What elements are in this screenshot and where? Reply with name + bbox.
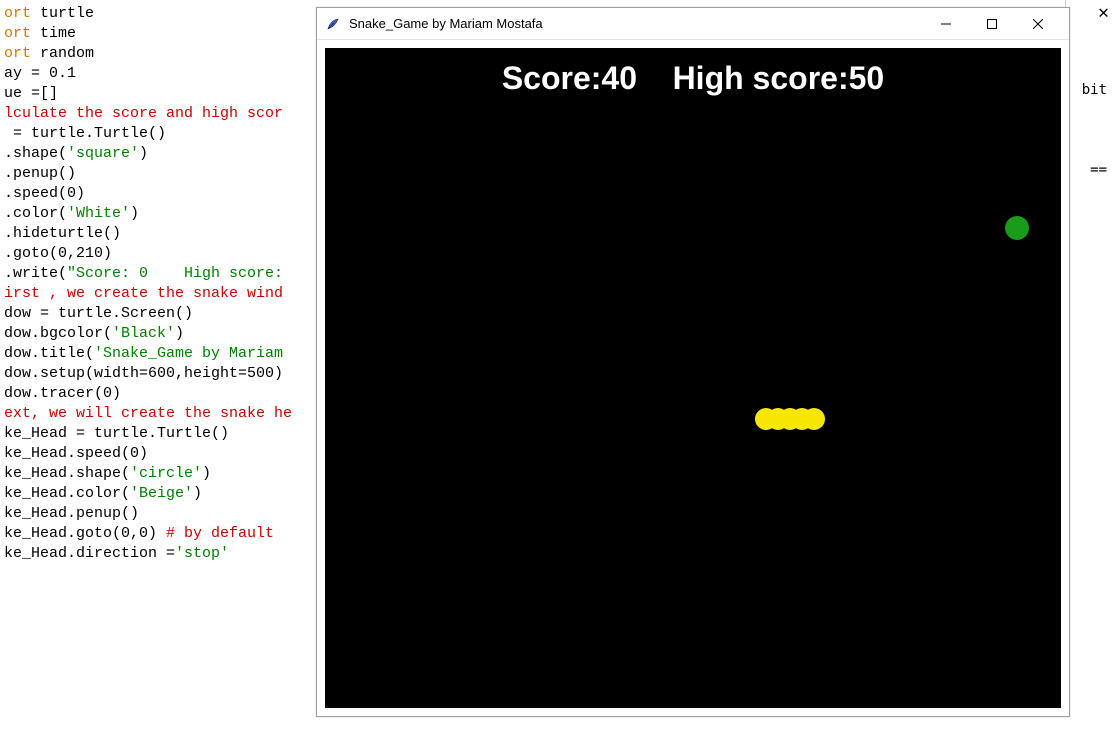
score-text: Score:40 High score:50 [325,60,1061,97]
high-score-label: High score: [673,60,849,96]
high-score-value: 50 [849,60,885,96]
snake-segment [803,408,825,430]
game-canvas[interactable]: Score:40 High score:50 [325,48,1061,708]
feather-icon [325,16,341,32]
food-dot [1005,216,1029,240]
score-label: Score: [502,60,602,96]
window-title: Snake_Game by Mariam Mostafa [349,16,923,31]
side-text-bit: bit [1082,80,1107,100]
side-text-sep: == [1090,160,1107,180]
titlebar: Snake_Game by Mariam Mostafa [317,8,1069,40]
maximize-button[interactable] [969,8,1015,39]
close-icon[interactable]: ✕ [1098,4,1109,24]
window-buttons [923,8,1061,39]
side-panel: ✕ bit == [1065,0,1113,200]
score-value: 40 [601,60,637,96]
game-window: Snake_Game by Mariam Mostafa Score:40 Hi… [316,7,1070,717]
close-button[interactable] [1015,8,1061,39]
minimize-button[interactable] [923,8,969,39]
